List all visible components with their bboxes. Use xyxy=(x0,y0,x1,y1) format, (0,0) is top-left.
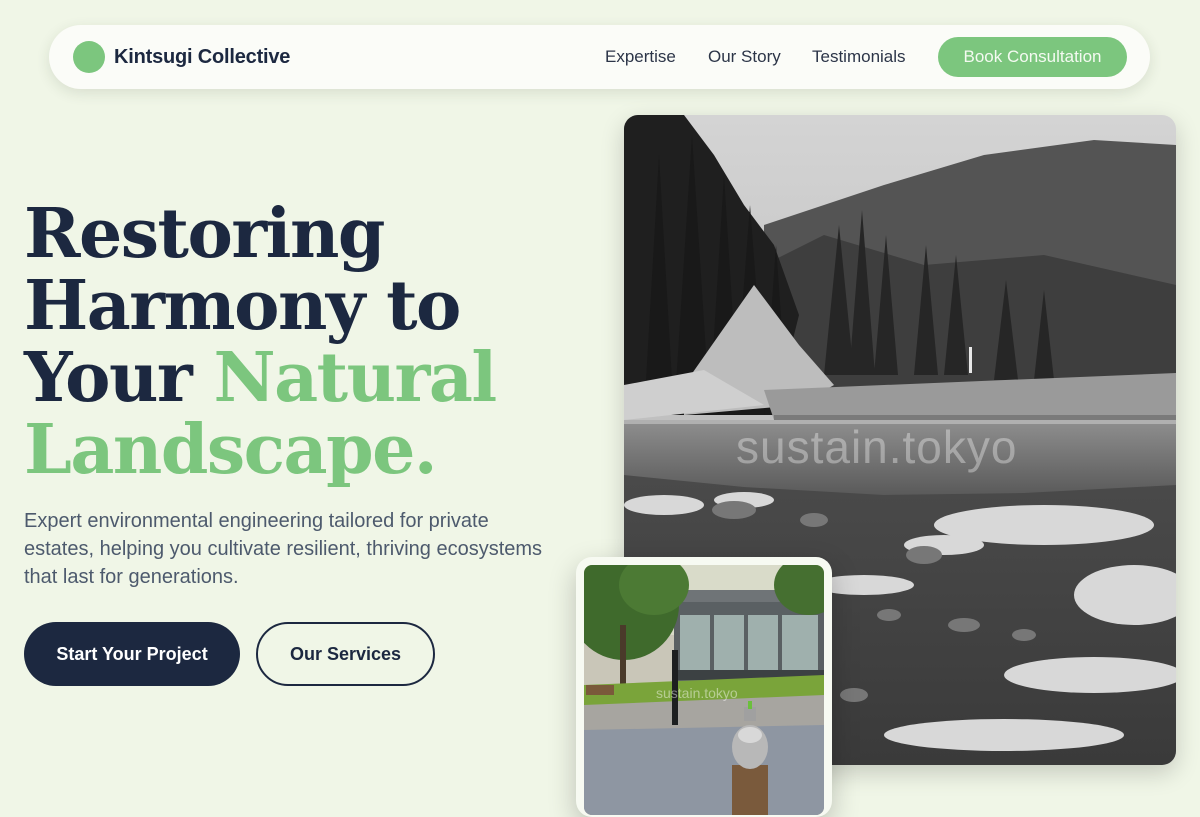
top-navbar: Kintsugi Collective Expertise Our Story … xyxy=(49,25,1150,89)
hero-subtitle: Expert environmental engineering tailore… xyxy=(24,510,543,588)
brand-name: Kintsugi Collective xyxy=(114,45,291,68)
start-your-project-button[interactable]: Start Your Project xyxy=(24,622,240,686)
hero-title-line-3: Your Natural xyxy=(24,342,544,414)
hero-title-line-1: Restoring xyxy=(24,194,385,274)
hero-title: Restoring Harmony to Your Natural Landsc… xyxy=(24,198,544,486)
hero-title-accent-landscape: Landscape. xyxy=(24,410,438,490)
main-image-watermark: sustain.tokyo xyxy=(736,421,1018,473)
nav-link-expertise[interactable]: Expertise xyxy=(605,47,676,67)
hero-title-line-2: Harmony to xyxy=(24,266,461,346)
brand-logo-icon xyxy=(73,41,105,73)
nav-link-testimonials[interactable]: Testimonials xyxy=(812,47,906,67)
inset-image-watermark: sustain.tokyo xyxy=(656,685,738,701)
book-consultation-button[interactable]: Book Consultation xyxy=(938,37,1127,77)
hero-title-accent-natural: Natural xyxy=(213,338,497,418)
our-services-button[interactable]: Our Services xyxy=(256,622,435,686)
nav-link-our-story[interactable]: Our Story xyxy=(708,47,781,67)
inset-image-card: sustain.tokyo xyxy=(576,557,832,817)
brand[interactable]: Kintsugi Collective xyxy=(73,41,290,73)
inset-building-image: sustain.tokyo xyxy=(584,565,824,815)
hero-title-line-3-dark: Your xyxy=(24,338,214,418)
